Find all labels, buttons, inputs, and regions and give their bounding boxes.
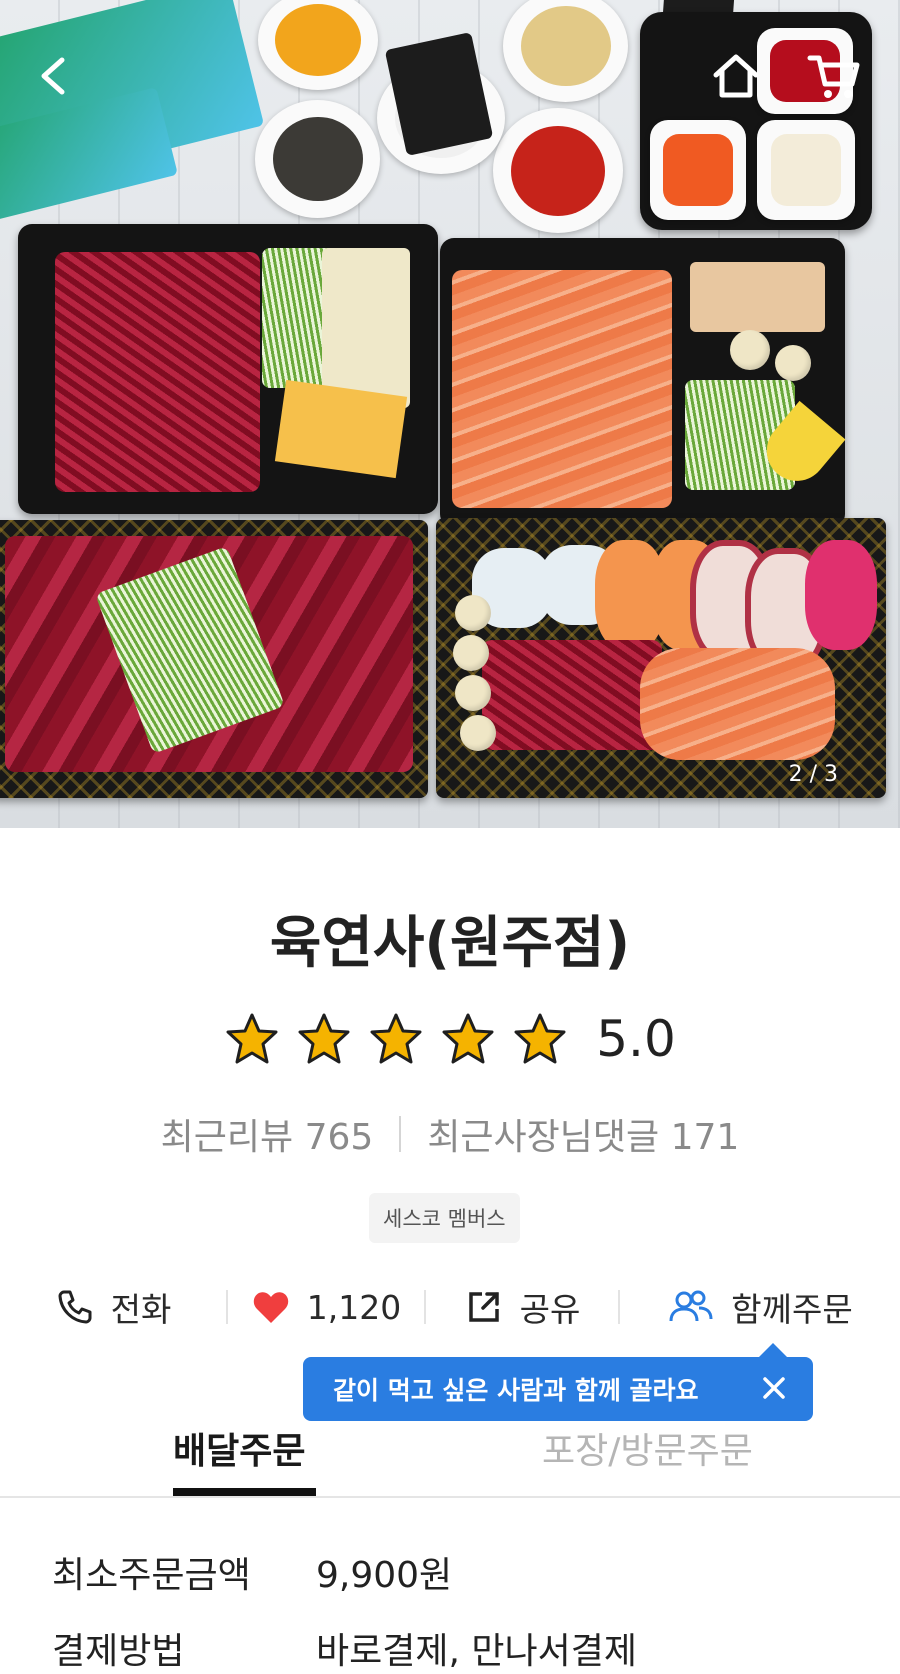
- sauce-bowl: [255, 100, 380, 218]
- group-users-icon: [667, 1287, 715, 1327]
- close-icon[interactable]: [759, 1373, 789, 1403]
- payment-method-label: 결제방법: [52, 1631, 185, 1672]
- star-icon: [298, 1013, 350, 1064]
- pickled-ginger: [690, 262, 825, 332]
- garlic: [453, 635, 489, 671]
- star-icon: [370, 1013, 422, 1064]
- back-arrow-icon[interactable]: [26, 48, 82, 104]
- owner-replies-count[interactable]: 최근사장님댓글 171: [427, 1108, 739, 1160]
- store-name: 육연사(원주점): [269, 911, 631, 976]
- order-type-tabs: 배달주문 포장/방문주문: [0, 1418, 900, 1498]
- garlic: [775, 345, 811, 381]
- condiment-cup: [757, 120, 855, 220]
- store-actions: 전화 1,120 공유 함께주문: [0, 1277, 900, 1337]
- rating-row[interactable]: 5.0: [0, 1010, 900, 1068]
- image-page-indicator: 2 / 3: [788, 762, 838, 787]
- cheese-slices: [274, 379, 408, 479]
- garlic: [455, 675, 491, 711]
- min-order-label: 최소주문금액: [52, 1555, 251, 1596]
- rating-value: 5.0: [596, 1010, 676, 1068]
- recent-reviews-count[interactable]: 최근리뷰 765: [161, 1108, 374, 1160]
- like-button[interactable]: 1,120: [228, 1287, 424, 1327]
- share-label: 공유: [519, 1290, 581, 1329]
- cesco-members-badge: 세스코 멤버스: [369, 1193, 520, 1243]
- sauce-bowl: [503, 0, 628, 102]
- share-button[interactable]: 공유: [426, 1283, 618, 1331]
- min-order-row: 최소주문금액 9,900원: [52, 1546, 452, 1598]
- home-icon[interactable]: [708, 48, 764, 104]
- salmon-sashimi: [452, 270, 672, 508]
- share-icon: [464, 1287, 504, 1327]
- star-icon: [514, 1013, 566, 1064]
- cart-icon[interactable]: [806, 48, 862, 104]
- garlic: [460, 715, 496, 751]
- group-order-button[interactable]: 함께주문: [620, 1283, 900, 1331]
- garlic: [455, 595, 491, 631]
- store-hero-image[interactable]: 2 / 3: [0, 0, 900, 828]
- payment-method-value: 바로결제, 만나서결제: [316, 1631, 637, 1672]
- yukhoe-meat: [55, 252, 260, 492]
- beef-sushi: [482, 640, 662, 750]
- min-order-value: 9,900원: [316, 1555, 453, 1596]
- star-icon: [442, 1013, 494, 1064]
- salmon-sushi: [640, 648, 835, 760]
- payment-method-row: 결제방법 바로결제, 만나서결제: [52, 1622, 637, 1674]
- pink-radish: [805, 540, 877, 650]
- active-tab-indicator: [173, 1488, 316, 1496]
- review-stats[interactable]: 최근리뷰 765 최근사장님댓글 171: [0, 1108, 900, 1160]
- pear-slices: [322, 248, 410, 408]
- group-order-label: 함께주문: [731, 1290, 853, 1329]
- call-button[interactable]: 전화: [0, 1283, 226, 1331]
- tab-delivery[interactable]: 배달주문: [173, 1422, 305, 1474]
- condiment-cup: [650, 120, 746, 220]
- heart-icon: [251, 1287, 291, 1327]
- phone-icon: [55, 1287, 95, 1327]
- divider: [399, 1116, 402, 1152]
- call-label: 전화: [110, 1290, 172, 1329]
- group-order-tooltip[interactable]: 같이 먹고 싶은 사람과 함께 골라요: [303, 1343, 813, 1421]
- sauce-bowl: [258, 0, 378, 90]
- tooltip-text: 같이 먹고 싶은 사람과 함께 골라요: [333, 1376, 699, 1405]
- tab-pickup[interactable]: 포장/방문주문: [542, 1422, 753, 1474]
- star-icon: [226, 1013, 278, 1064]
- like-count: 1,120: [306, 1287, 402, 1327]
- garlic: [730, 330, 770, 370]
- sauce-bowl: [493, 108, 623, 233]
